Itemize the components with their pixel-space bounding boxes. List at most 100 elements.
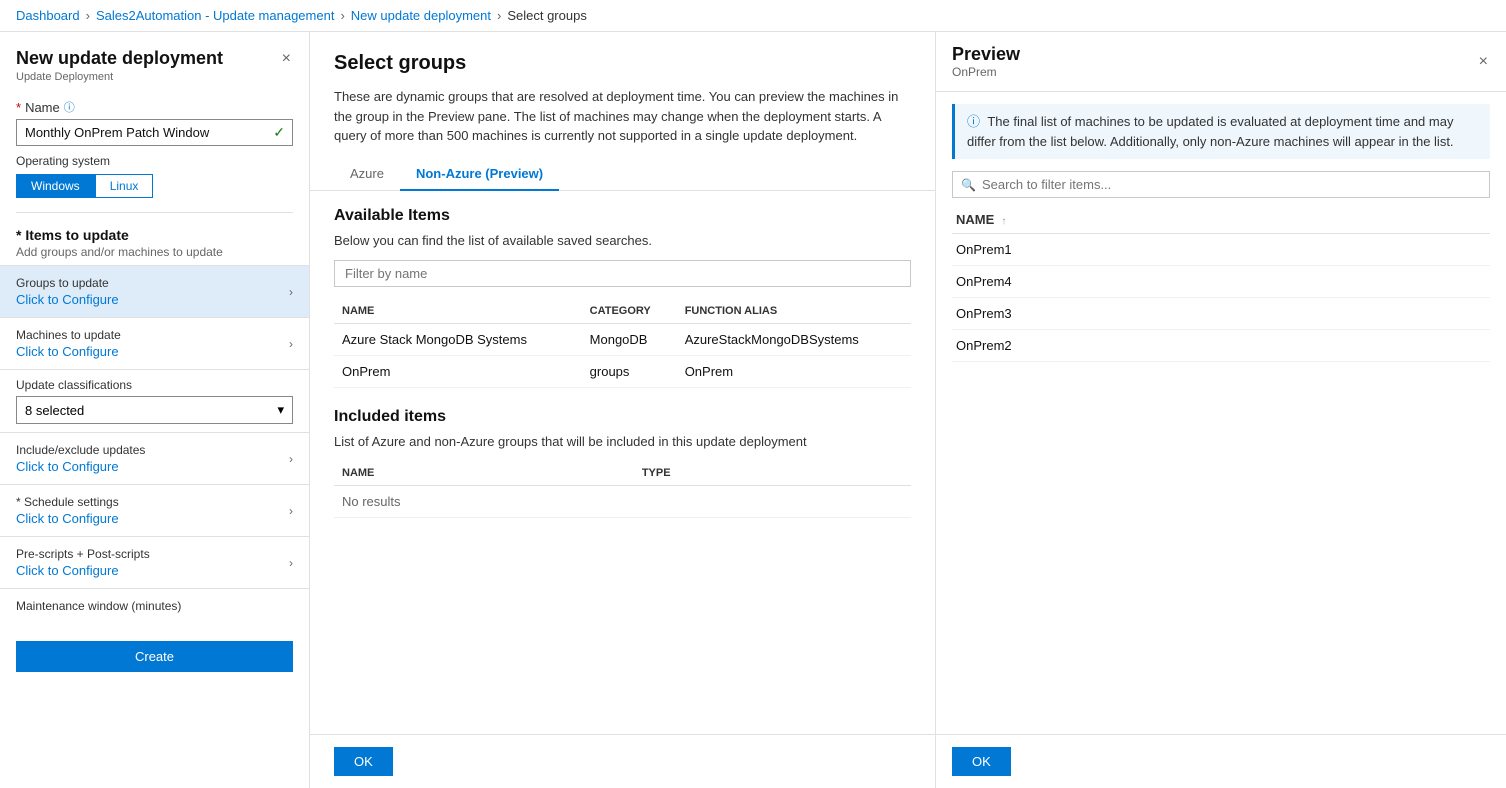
machines-update-item[interactable]: Machines to update Click to Configure › (0, 317, 309, 369)
breadcrumb-current: Select groups (507, 8, 587, 23)
os-linux-button[interactable]: Linux (95, 174, 154, 198)
included-table: NAME TYPE No results (334, 461, 911, 518)
create-button[interactable]: Create (16, 641, 293, 672)
preview-info-text: ⓘ The final list of machines to be updat… (952, 104, 1490, 159)
os-windows-button[interactable]: Windows (16, 174, 95, 198)
breadcrumb: Dashboard › Sales2Automation - Update ma… (0, 0, 1506, 32)
machines-update-value: Click to Configure (16, 344, 289, 359)
preview-info-icon: ⓘ (967, 114, 980, 129)
preview-row: OnPrem1 (952, 234, 1490, 266)
available-section-desc: Below you can find the list of available… (334, 233, 911, 248)
tabs-container: Azure Non-Azure (Preview) (310, 158, 935, 191)
groups-update-label: Groups to update (16, 276, 289, 290)
machines-chevron-icon: › (289, 337, 293, 351)
col-alias: FUNCTION ALIAS (677, 299, 911, 324)
no-results-text: No results (334, 485, 911, 517)
included-title: Included items (334, 408, 911, 426)
filter-input[interactable] (334, 260, 911, 287)
no-results-row: No results (334, 485, 911, 517)
include-exclude-chevron-icon: › (289, 452, 293, 466)
preview-onprem2: OnPrem2 (952, 330, 1490, 362)
row2-category: groups (582, 355, 677, 387)
close-button[interactable]: × (280, 48, 293, 70)
preview-subtitle: OnPrem (952, 65, 1020, 79)
scripts-label: Pre-scripts + Post-scripts (16, 547, 289, 561)
classifications-dropdown[interactable]: 8 selected ▾ (16, 396, 293, 424)
maintenance-label: Maintenance window (minutes) (16, 599, 293, 613)
preview-table: NAME ↑ OnPrem1 OnPrem4 OnPrem3 (936, 206, 1506, 734)
classifications-label: Update classifications (16, 378, 293, 392)
preview-col-name: NAME ↑ (952, 206, 1490, 234)
schedule-chevron-icon: › (289, 504, 293, 518)
breadcrumb-sep-3: › (497, 8, 501, 23)
inc-col-name: NAME (334, 461, 634, 486)
main-ok-button[interactable]: OK (334, 747, 393, 776)
include-exclude-item[interactable]: Include/exclude updates Click to Configu… (0, 432, 309, 484)
os-label: Operating system (16, 154, 293, 168)
items-subtitle: Add groups and/or machines to update (16, 245, 293, 259)
available-section-title: Available Items (334, 207, 911, 225)
breadcrumb-sales2auto[interactable]: Sales2Automation - Update management (96, 8, 334, 23)
breadcrumb-sep-1: › (86, 8, 90, 23)
input-check-icon: ✓ (273, 124, 285, 141)
row2-alias: OnPrem (677, 355, 911, 387)
groups-update-item[interactable]: Groups to update Click to Configure › (0, 265, 309, 317)
preview-row: OnPrem2 (952, 330, 1490, 362)
inc-col-type: TYPE (634, 461, 911, 486)
row1-name: Azure Stack MongoDB Systems (334, 323, 582, 355)
dropdown-chevron-icon: ▾ (277, 402, 284, 418)
include-exclude-value: Click to Configure (16, 459, 289, 474)
breadcrumb-sep-2: › (340, 8, 344, 23)
scripts-chevron-icon: › (289, 556, 293, 570)
preview-ok-button[interactable]: OK (952, 747, 1011, 776)
breadcrumb-dashboard[interactable]: Dashboard (16, 8, 80, 23)
groups-update-value: Click to Configure (16, 292, 289, 307)
scripts-value: Click to Configure (16, 563, 289, 578)
schedule-item[interactable]: * Schedule settings Click to Configure › (0, 484, 309, 536)
schedule-label: * Schedule settings (16, 495, 289, 509)
schedule-value: Click to Configure (16, 511, 289, 526)
preview-onprem3: OnPrem3 (952, 298, 1490, 330)
search-icon: 🔍 (961, 178, 976, 192)
row2-name: OnPrem (334, 355, 582, 387)
panel-title: New update deployment (16, 48, 223, 69)
preview-title: Preview (952, 44, 1020, 65)
col-name: NAME (334, 299, 582, 324)
preview-search-bar[interactable]: 🔍 (952, 171, 1490, 198)
main-panel-title: Select groups (334, 52, 911, 75)
left-panel: New update deployment Update Deployment … (0, 32, 310, 788)
preview-panel: Preview OnPrem × ⓘ The final list of mac… (936, 32, 1506, 788)
included-desc: List of Azure and non-Azure groups that … (334, 434, 911, 449)
row1-alias: AzureStackMongoDBSystems (677, 323, 911, 355)
preview-row: OnPrem3 (952, 298, 1490, 330)
main-info-text: These are dynamic groups that are resolv… (310, 87, 935, 158)
items-title: * Items to update (16, 227, 293, 243)
preview-onprem1: OnPrem1 (952, 234, 1490, 266)
tab-azure[interactable]: Azure (334, 158, 400, 191)
included-section: Included items List of Azure and non-Azu… (334, 408, 911, 518)
available-table: NAME CATEGORY FUNCTION ALIAS Azure Stack… (334, 299, 911, 388)
classifications-value: 8 selected (25, 403, 84, 418)
col-category: CATEGORY (582, 299, 677, 324)
groups-chevron-icon: › (289, 285, 293, 299)
name-info-icon: ⓘ (64, 99, 75, 115)
machines-update-label: Machines to update (16, 328, 289, 342)
preview-row: OnPrem4 (952, 266, 1490, 298)
tab-non-azure[interactable]: Non-Azure (Preview) (400, 158, 559, 191)
maintenance-item: Maintenance window (minutes) (0, 588, 309, 625)
panel-subtitle: Update Deployment (16, 71, 223, 83)
preview-close-button[interactable]: × (1477, 51, 1490, 73)
name-required-star: * (16, 100, 21, 115)
preview-onprem4: OnPrem4 (952, 266, 1490, 298)
include-exclude-label: Include/exclude updates (16, 443, 289, 457)
main-panel: Select groups These are dynamic groups t… (310, 32, 936, 788)
sort-icon: ↑ (1001, 216, 1006, 227)
table-row[interactable]: Azure Stack MongoDB Systems MongoDB Azur… (334, 323, 911, 355)
name-label: Name (25, 100, 60, 115)
breadcrumb-new-deployment[interactable]: New update deployment (351, 8, 491, 23)
table-row[interactable]: OnPrem groups OnPrem (334, 355, 911, 387)
scripts-item[interactable]: Pre-scripts + Post-scripts Click to Conf… (0, 536, 309, 588)
preview-search-input[interactable] (982, 177, 1481, 192)
row1-category: MongoDB (582, 323, 677, 355)
name-input[interactable] (16, 119, 293, 146)
